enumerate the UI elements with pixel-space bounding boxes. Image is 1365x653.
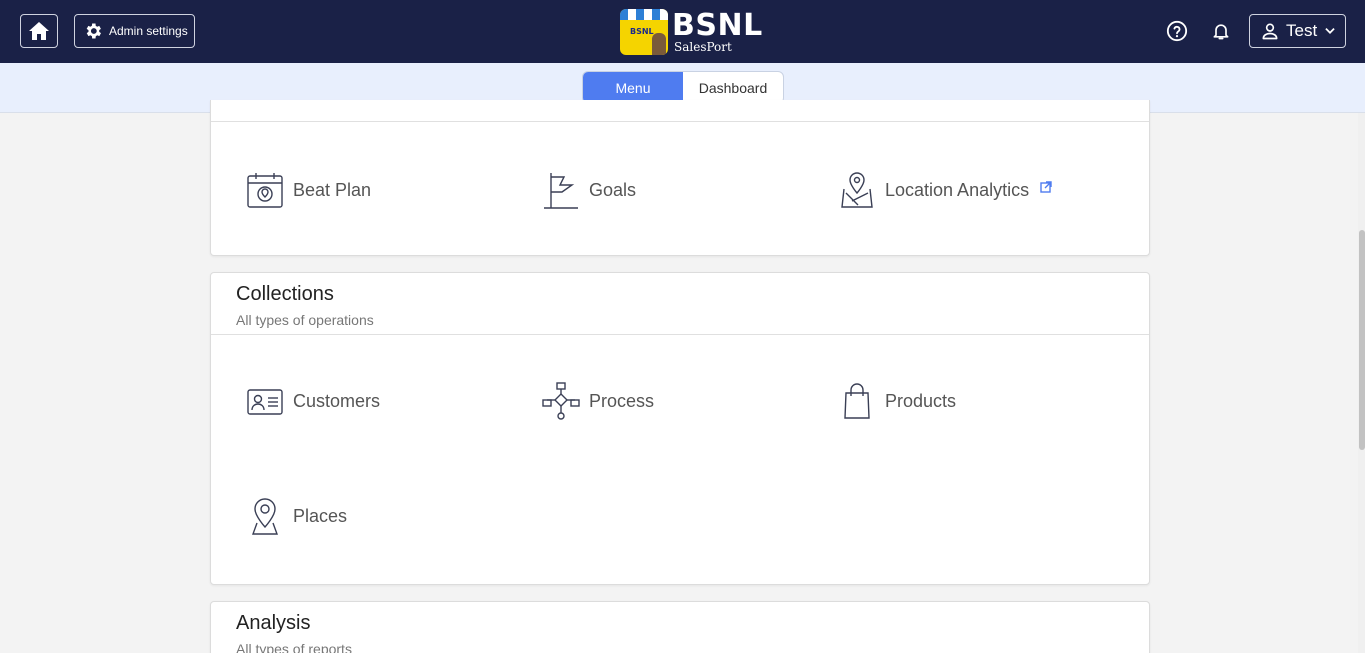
flag-icon: [544, 173, 578, 209]
customers-tile[interactable]: Customers: [245, 381, 380, 421]
external-link-icon: [1040, 181, 1052, 193]
customers-label: Customers: [293, 390, 381, 411]
places-label: Places: [293, 505, 348, 526]
analysis-title: Analysis: [236, 612, 311, 634]
location-analytics-tile[interactable]: Location Analytics: [837, 170, 1052, 210]
admin-settings-button[interactable]: Admin settings: [74, 14, 195, 48]
analysis-header: Analysis All types of reports: [211, 602, 1149, 653]
beat-plan-label: Beat Plan: [293, 179, 372, 200]
home-icon: [29, 22, 49, 40]
products-label: Products: [885, 390, 957, 411]
beat-plan-tile[interactable]: Beat Plan: [245, 170, 371, 210]
logo-subtitle: SalesPort: [674, 40, 732, 54]
location-pin-icon: [252, 498, 278, 535]
collections-title: Collections: [236, 283, 334, 305]
id-card-icon: [247, 389, 283, 415]
user-menu-button[interactable]: Test: [1249, 14, 1346, 48]
analysis-subtitle: All types of reports: [236, 641, 352, 653]
location-analytics-label: Location Analytics: [885, 179, 1030, 200]
admin-settings-label: Admin settings: [109, 24, 188, 38]
flowchart-icon: [542, 382, 580, 420]
gear-icon: [86, 23, 101, 39]
process-tile[interactable]: Process: [541, 381, 654, 421]
app-logo[interactable]: BSNL BSNL SalesPort: [620, 8, 763, 56]
calendar-icon: [247, 173, 283, 208]
user-icon: [1262, 23, 1278, 40]
goals-tile[interactable]: Goals: [541, 170, 636, 210]
notification-bell-icon[interactable]: [1211, 20, 1231, 42]
shopping-bag-icon: [844, 383, 870, 419]
logo-badge-text: BSNL: [630, 27, 654, 36]
map-pin-icon: [841, 172, 873, 208]
collections-header: Collections All types of operations: [211, 273, 1149, 335]
process-label: Process: [589, 390, 655, 411]
top-section-card: Beat Plan Goals Location Analytics: [210, 100, 1150, 256]
top-navigation-bar: Admin settings BSNL BSNL SalesPort Test: [0, 0, 1365, 63]
analysis-card: Analysis All types of reports: [210, 601, 1150, 653]
logo-badge: BSNL: [620, 9, 668, 55]
collections-subtitle: All types of operations: [236, 312, 374, 328]
places-tile[interactable]: Places: [245, 496, 347, 536]
dashboard-tab[interactable]: Dashboard: [683, 72, 783, 103]
menu-tab[interactable]: Menu: [583, 72, 683, 103]
home-button[interactable]: [20, 14, 58, 48]
page-scrollbar-thumb[interactable]: [1359, 230, 1365, 450]
user-name: Test: [1286, 21, 1318, 40]
help-icon[interactable]: [1166, 20, 1188, 42]
logo-title: BSNL: [672, 8, 763, 43]
collections-card: Collections All types of operations Cust…: [210, 272, 1150, 585]
chevron-down-icon: [1325, 28, 1335, 34]
products-tile[interactable]: Products: [837, 381, 956, 421]
goals-label: Goals: [589, 179, 637, 200]
